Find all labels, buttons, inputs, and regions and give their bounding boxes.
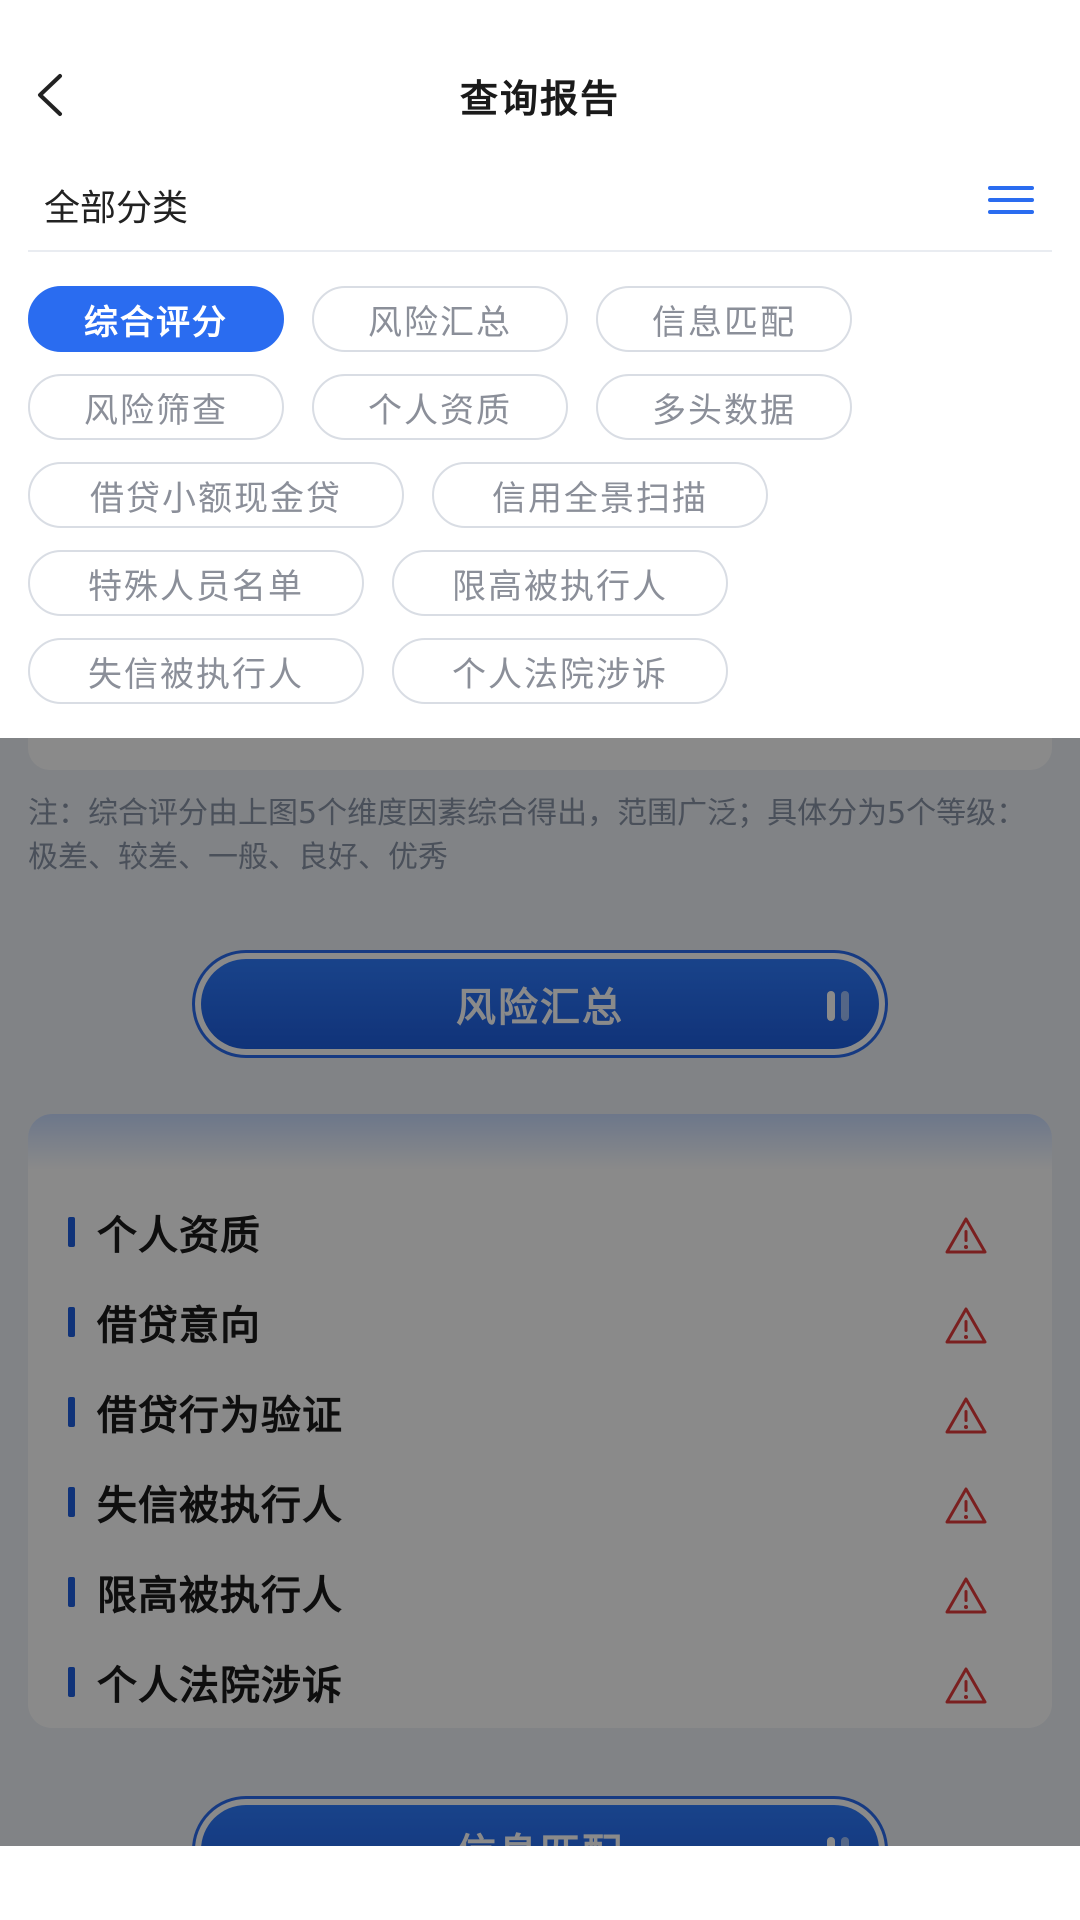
tag-risk-summary[interactable]: 风险汇总 [312,286,568,352]
back-icon[interactable] [30,72,70,118]
tag-credit-panorama[interactable]: 信用全景扫描 [432,462,768,528]
bottom-area [0,1846,1080,1920]
nav-header: 查询报告 [0,40,1080,150]
status-bar [0,0,1080,40]
tag-special-persons-list[interactable]: 特殊人员名单 [28,550,364,616]
menu-icon[interactable] [988,178,1034,228]
tag-dishonest-executed[interactable]: 失信被执行人 [28,638,364,704]
category-panel: 查询报告 全部分类 综合评分 风险汇总 信息匹配 风险筛查 个人资质 多头数据 … [0,0,1080,738]
page-title: 查询报告 [459,76,620,121]
tag-info-match[interactable]: 信息匹配 [596,286,852,352]
tag-small-cash-loan[interactable]: 借贷小额现金贷 [28,462,404,528]
modal-overlay[interactable] [0,738,1080,1846]
category-header: 全部分类 [28,160,1052,252]
category-title: 全部分类 [44,188,189,229]
tag-court-litigation[interactable]: 个人法院涉诉 [392,638,728,704]
tag-comprehensive-score[interactable]: 综合评分 [28,286,284,352]
tag-personal-qualification[interactable]: 个人资质 [312,374,568,440]
tag-consumption-restricted[interactable]: 限高被执行人 [392,550,728,616]
tag-risk-screening[interactable]: 风险筛查 [28,374,284,440]
tag-multi-head-data[interactable]: 多头数据 [596,374,852,440]
